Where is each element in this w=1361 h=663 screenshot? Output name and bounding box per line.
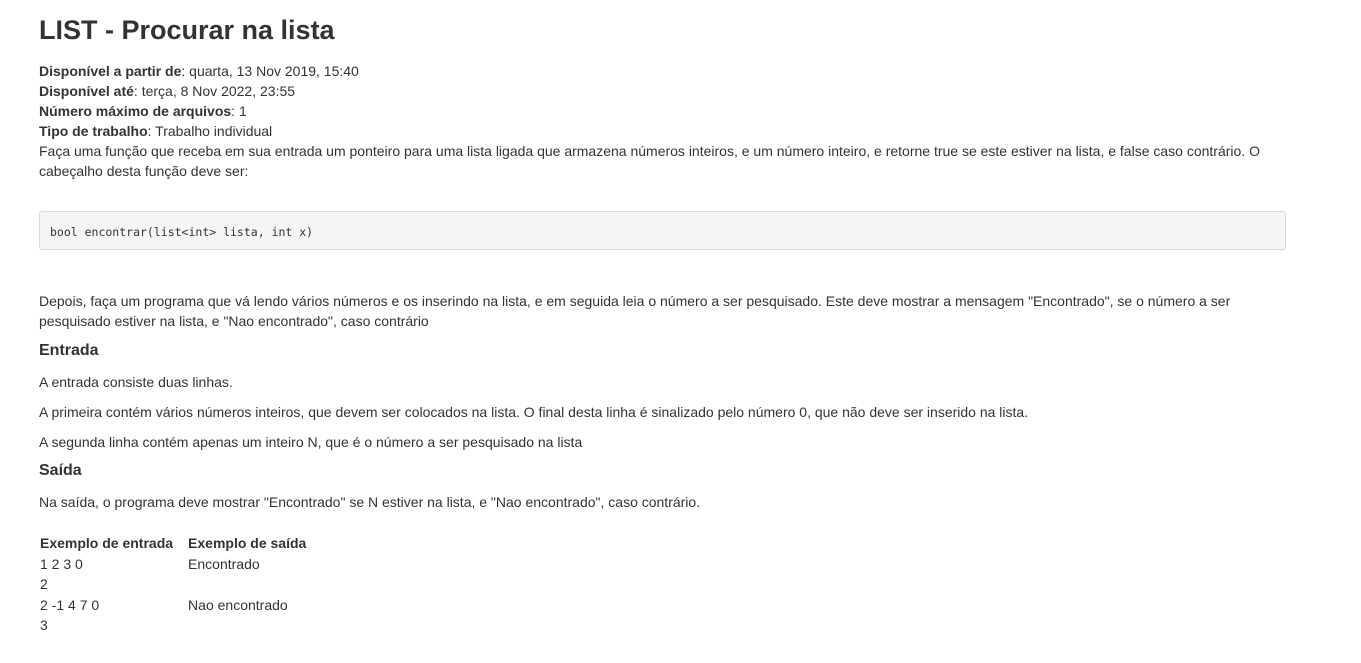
example-output-cell: Nao encontrado (188, 597, 288, 613)
work-type-row: Tipo de trabalho: Trabalho individual (39, 121, 1289, 141)
examples-input-header: Exemplo de entrada (40, 535, 174, 551)
max-files-value: : 1 (231, 103, 247, 119)
assignment-meta: Disponível a partir de: quarta, 13 Nov 2… (39, 61, 1289, 181)
input-paragraph-2: A primeira contém vários números inteiro… (39, 404, 1029, 420)
max-files-row: Número máximo de arquivos: 1 (39, 101, 1289, 121)
example-output-cell: Encontrado (188, 556, 260, 572)
example-input-cell: 1 2 3 0 2 (40, 556, 83, 592)
table-row: 1 2 3 0 2 Encontrado (39, 554, 320, 595)
examples-output-header: Exemplo de saída (188, 535, 307, 551)
description-after: Depois, faça um programa que vá lendo vá… (39, 293, 1231, 329)
description: Faça uma função que receba em sua entrad… (39, 143, 1260, 179)
output-paragraph-1: Na saída, o programa deve mostrar "Encon… (39, 494, 701, 510)
example-input-cell: 2 -1 4 7 0 3 (40, 597, 100, 633)
available-from-row: Disponível a partir de: quarta, 13 Nov 2… (39, 61, 1289, 81)
input-heading: Entrada (39, 342, 99, 359)
work-type-value: : Trabalho individual (147, 123, 273, 139)
page-title: LIST - Procurar na lista (39, 15, 335, 45)
available-from-value: : quarta, 13 Nov 2019, 15:40 (181, 63, 359, 79)
input-paragraph-1: A entrada consiste duas linhas. (39, 374, 233, 390)
available-until-row: Disponível até: terça, 8 Nov 2022, 23:55 (39, 81, 1289, 101)
input-paragraph-3: A segunda linha contém apenas um inteiro… (39, 434, 583, 450)
available-until-value: : terça, 8 Nov 2022, 23:55 (133, 83, 296, 99)
output-heading: Saída (39, 462, 82, 479)
table-row: 2 -1 4 7 0 3 Nao encontrado (39, 595, 320, 636)
code-block: bool encontrar(list<int> lista, int x) (39, 211, 1286, 250)
available-from-label: Disponível a partir de (39, 63, 182, 79)
available-until-label: Disponível até (39, 83, 134, 99)
work-type-label: Tipo de trabalho (39, 123, 148, 139)
examples-table: Exemplo de entrada Exemplo de saída 1 2 … (39, 533, 320, 636)
max-files-label: Número máximo de arquivos (39, 103, 232, 119)
examples-header-row: Exemplo de entrada Exemplo de saída (39, 533, 320, 554)
